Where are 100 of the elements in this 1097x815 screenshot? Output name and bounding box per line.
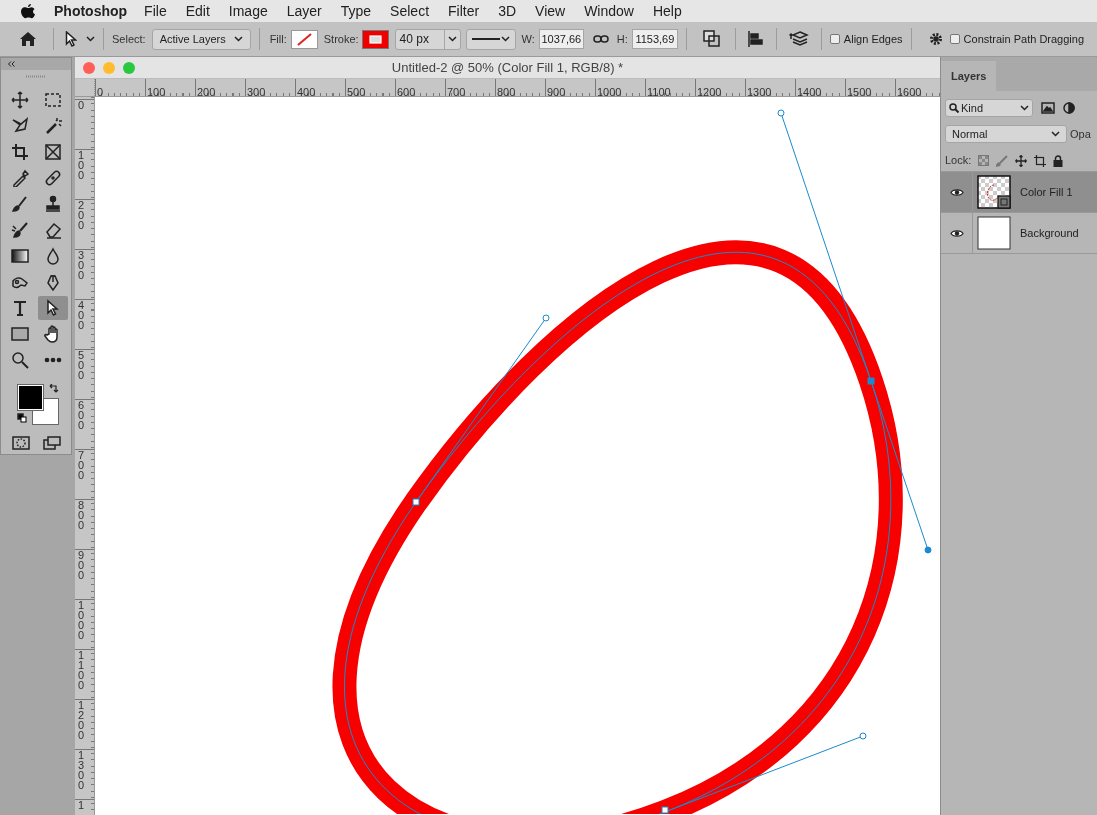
ruler-label: 0 [78,100,86,110]
opacity-label: Opa [1070,126,1091,142]
home-icon[interactable] [19,31,37,47]
color-swatches-icon[interactable] [17,384,61,428]
stroke-label: Stroke: [323,31,359,47]
ruler-label: 1100 [78,650,86,690]
eye-icon[interactable] [949,228,964,238]
ruler-label: 500 [78,350,86,380]
stamp-icon [44,195,62,213]
move-icon [11,91,29,109]
ruler-label: 0 [96,86,104,96]
ruler-label: 1200 [696,86,722,96]
bandage-icon [44,169,62,187]
menu-item[interactable]: Window [584,0,634,22]
width-label: W: [521,31,535,47]
link-icon[interactable] [592,34,609,44]
ruler-label: 900 [546,86,566,96]
ruler-label: 600 [396,86,416,96]
menu-item[interactable]: Help [652,0,682,22]
quick-mask-icon[interactable] [11,436,30,450]
height-label: H: [616,31,628,47]
menu-item[interactable]: Select [390,0,430,22]
ruler-label: 1100 [646,86,671,96]
ruler-label: 400 [78,300,86,330]
stroke-width-field[interactable]: 40 px [394,28,461,50]
image-icon[interactable] [1041,102,1055,114]
eraser-icon [44,221,62,239]
menu-item[interactable]: Edit [185,0,210,22]
checkbox[interactable]: Align Edges [829,30,903,48]
lock-icon[interactable] [1053,154,1064,167]
ruler-label: 1400 [796,86,822,96]
frame-icon [44,143,62,161]
height-field[interactable]: 1153,69 [631,29,678,49]
tool-button[interactable] [38,296,68,320]
path-operations-icon[interactable] [702,30,721,48]
ruler-label: 1500 [846,86,872,96]
width-field[interactable]: 1037,66 [538,29,584,49]
menu-item[interactable]: Layer [286,0,322,22]
ruler-label: 1600 [896,86,922,96]
menu-item[interactable]: Image [228,0,268,22]
ruler-label: 500 [346,86,366,96]
screen-mode-icon[interactable] [42,436,61,450]
magic-wand-icon [44,117,62,135]
polygonal-lasso-icon [11,117,29,135]
caret-icon [500,36,510,42]
stroke-style-dropdown[interactable] [465,28,516,50]
rectangular-marquee-icon [44,91,62,109]
bezier-path-drawing[interactable] [344,109,932,814]
menu-item[interactable]: File [144,0,167,22]
app-name[interactable]: Photoshop [54,0,128,22]
type-icon [11,299,29,317]
apple-logo-icon [21,3,35,19]
grip-icon [26,75,46,78]
checkbox[interactable]: Constrain Path Dragging [949,30,1085,48]
arrow-pointer-icon[interactable] [65,31,77,47]
ruler-label: 100 [78,150,86,180]
ruler-label: 300 [246,86,266,96]
layers-tab[interactable]: Layers [941,61,997,91]
ruler-label: 800 [78,500,86,530]
lock-label: Lock: [945,153,972,169]
move-icon[interactable] [1015,154,1028,167]
caret-icon [1020,105,1029,111]
ruler-label: 700 [78,450,86,480]
menu-item[interactable]: Type [340,0,372,22]
stacked-layers-icon[interactable] [788,30,809,48]
gradient-icon [11,247,29,265]
layer-name: Color Fill 1 [1020,184,1073,200]
ruler-label: 1000 [78,600,86,640]
menu-item[interactable]: View [535,0,566,22]
layer-name: Background [1020,225,1079,241]
ruler-label: 1200 [78,700,86,740]
select-dropdown[interactable]: Active Layers [151,28,251,50]
swap-arrows-icon[interactable] [49,384,59,394]
search-icon [949,103,959,113]
ruler-label: 1300 [78,750,86,790]
ruler-label: 700 [446,86,466,96]
stroke-swatch-icon[interactable] [361,29,389,49]
history-brush-icon [11,221,29,239]
default-colors-icon[interactable] [17,413,27,423]
blend-mode-dropdown[interactable]: Normal [945,125,1067,143]
caret-icon [1051,131,1060,137]
eyedropper-icon [11,169,29,187]
brush-icon [11,195,29,213]
layer-row[interactable]: Color Fill 1 [941,172,1097,213]
menu-item[interactable]: 3D [498,0,517,22]
half-circle-icon[interactable] [1063,102,1075,114]
ruler-label: 800 [496,86,516,96]
fill-swatch-icon[interactable] [290,29,318,49]
eye-icon[interactable] [949,187,964,197]
solid-line-icon [471,37,500,41]
layer-row[interactable]: Background [941,213,1097,254]
align-icon[interactable] [747,30,764,48]
rectangle-icon [11,325,29,343]
menu-item[interactable]: Filter [448,0,480,22]
artboard-icon[interactable] [1034,154,1047,167]
checkerboard-icon[interactable] [978,155,990,166]
settings-icon[interactable] [927,31,944,47]
filter-dropdown[interactable]: Kind [945,99,1033,117]
ruler-label: 600 [78,400,86,430]
ruler-label: 300 [78,250,86,280]
